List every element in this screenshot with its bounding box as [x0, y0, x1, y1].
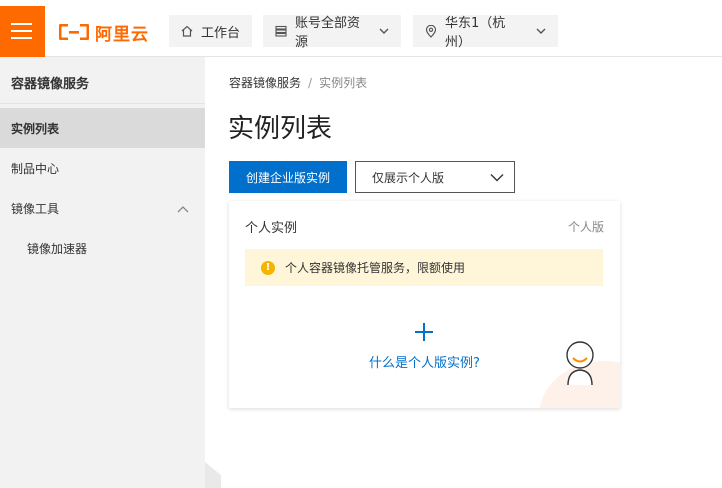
sidebar-item-image-accelerator[interactable]: 镜像加速器	[0, 228, 205, 268]
resources-dropdown[interactable]: 账号全部资源	[263, 15, 401, 50]
notice-text: 个人容器镜像托管服务，限额使用	[285, 261, 466, 275]
edition-tag: 个人版	[567, 220, 604, 234]
region-label: 华东1（杭州）	[445, 16, 506, 50]
aliyun-logo[interactable]: 阿里云	[59, 20, 149, 45]
sidebar-title: 容器镜像服务	[11, 77, 90, 92]
quota-notice: ! 个人容器镜像托管服务，限额使用	[245, 249, 603, 286]
location-icon	[425, 24, 437, 38]
resources-label: 账号全部资源	[295, 16, 361, 50]
breadcrumb: 容器镜像服务 / 实例列表	[229, 74, 367, 91]
workbench-label: 工作台	[201, 25, 241, 41]
chevron-up-icon[interactable]	[177, 202, 189, 216]
warning-icon: !	[261, 260, 275, 275]
list-icon	[275, 25, 287, 37]
sidebar-item-image-tools[interactable]: 镜像工具	[0, 188, 205, 228]
sidebar-collapse-handle-base	[205, 475, 221, 488]
card-title: 个人实例	[245, 221, 298, 236]
sidebar-divider	[0, 103, 205, 104]
plus-icon[interactable]	[415, 323, 433, 341]
edition-filter-value: 仅展示个人版	[372, 170, 445, 185]
chevron-down-icon	[379, 28, 389, 34]
chevron-down-icon	[490, 171, 504, 185]
breadcrumb-current: 实例列表	[319, 76, 368, 90]
chevron-down-icon	[536, 28, 546, 34]
region-dropdown[interactable]: 华东1（杭州）	[413, 15, 558, 50]
breadcrumb-link-service[interactable]: 容器镜像服务	[229, 76, 301, 90]
page-title: 实例列表	[228, 114, 333, 144]
aliyun-logo-icon	[59, 24, 89, 40]
home-icon	[181, 25, 193, 37]
sidebar-item-label: 制品中心	[11, 161, 60, 176]
top-bar: 阿里云 工作台 账号全部资源 华东1（杭州）	[0, 0, 722, 57]
sidebar-item-label: 镜像加速器	[27, 241, 88, 256]
sidebar-collapse-handle[interactable]	[205, 462, 221, 475]
sidebar-item-label: 实例列表	[11, 121, 60, 136]
breadcrumb-separator: /	[308, 76, 313, 90]
workbench-button[interactable]: 工作台	[169, 15, 252, 47]
avatar-illustration-icon	[566, 341, 594, 386]
sidebar-item-artifact-center[interactable]: 制品中心	[0, 148, 205, 188]
sidebar-item-instances[interactable]: 实例列表	[0, 108, 205, 148]
sidebar-item-label: 镜像工具	[11, 201, 60, 216]
edition-filter-select[interactable]: 仅展示个人版	[355, 161, 515, 193]
create-enterprise-instance-button[interactable]: 创建企业版实例	[229, 161, 347, 193]
menu-icon[interactable]	[0, 6, 45, 57]
logo-text: 阿里云	[95, 24, 149, 45]
personal-instance-card: 个人实例 个人版 ! 个人容器镜像托管服务，限额使用 什么是个人版实例?	[229, 201, 620, 408]
sidebar: 容器镜像服务 实例列表 制品中心 镜像工具 镜像加速器	[0, 57, 205, 488]
